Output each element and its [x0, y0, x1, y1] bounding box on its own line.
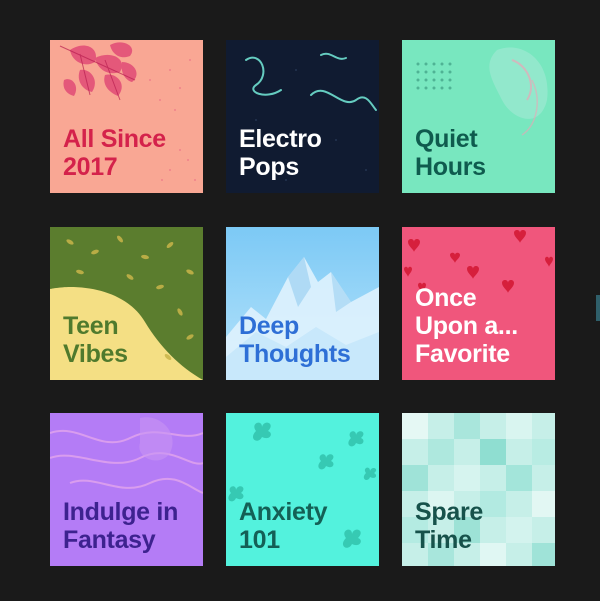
playlist-title: Electro Pops [239, 125, 373, 181]
playlist-title: Teen Vibes [63, 312, 197, 368]
playlist-tile-deep-thoughts[interactable]: Deep Thoughts [226, 227, 379, 380]
playlist-title: Once Upon a... Favorite [415, 284, 549, 368]
playlist-title-line: Teen [63, 312, 119, 340]
playlist-title-line: Indulge in [63, 498, 179, 526]
playlist-title-line: Once [415, 284, 477, 312]
playlist-title-line: All Since [63, 125, 166, 153]
playlist-title-line: Upon a... [415, 312, 518, 340]
playlist-tile-indulge-in-fantasy[interactable]: Indulge in Fantasy [50, 413, 203, 566]
playlist-title-line: Deep [239, 312, 299, 340]
playlist-title-line: 2017 [63, 153, 118, 181]
playlist-title-line: Time [415, 526, 472, 554]
playlist-title: Anxiety 101 [239, 498, 373, 554]
playlist-title: Indulge in Fantasy [63, 498, 197, 554]
playlist-title: Quiet Hours [415, 125, 549, 181]
playlist-title-line: Quiet [415, 125, 478, 153]
playlist-tile-anxiety-101[interactable]: Anxiety 101 [226, 413, 379, 566]
playlist-tile-electro-pops[interactable]: Electro Pops [226, 40, 379, 193]
playlist-title: Deep Thoughts [239, 312, 373, 368]
playlist-tile-spare-time[interactable]: Spare Time [402, 413, 555, 566]
playlist-title-line: Hours [415, 153, 486, 181]
playlist-tile-once-upon-a-favorite[interactable]: Once Upon a... Favorite [402, 227, 555, 380]
playlist-title-line: Fantasy [63, 526, 156, 554]
playlist-tile-quiet-hours[interactable]: Quiet Hours [402, 40, 555, 193]
playlist-title-line: Pops [239, 153, 299, 181]
playlist-tile-all-since-2017[interactable]: All Since 2017 [50, 40, 203, 193]
playlist-tile-teen-vibes[interactable]: Teen Vibes [50, 227, 203, 380]
playlist-title-line: Vibes [63, 340, 128, 368]
playlist-title-line: Favorite [415, 340, 510, 368]
playlist-title-line: Spare [415, 498, 483, 526]
playlist-title: All Since 2017 [63, 125, 197, 181]
playlist-title-line: Electro [239, 125, 322, 153]
playlist-title-line: Anxiety [239, 498, 328, 526]
playlist-title: Spare Time [415, 498, 549, 554]
playlist-title-line: Thoughts [239, 340, 351, 368]
playlist-grid: All Since 2017 Electro Pops Quiet Hours … [0, 0, 600, 601]
scroll-edge-indicator [596, 295, 600, 321]
playlist-title-line: 101 [239, 526, 280, 554]
